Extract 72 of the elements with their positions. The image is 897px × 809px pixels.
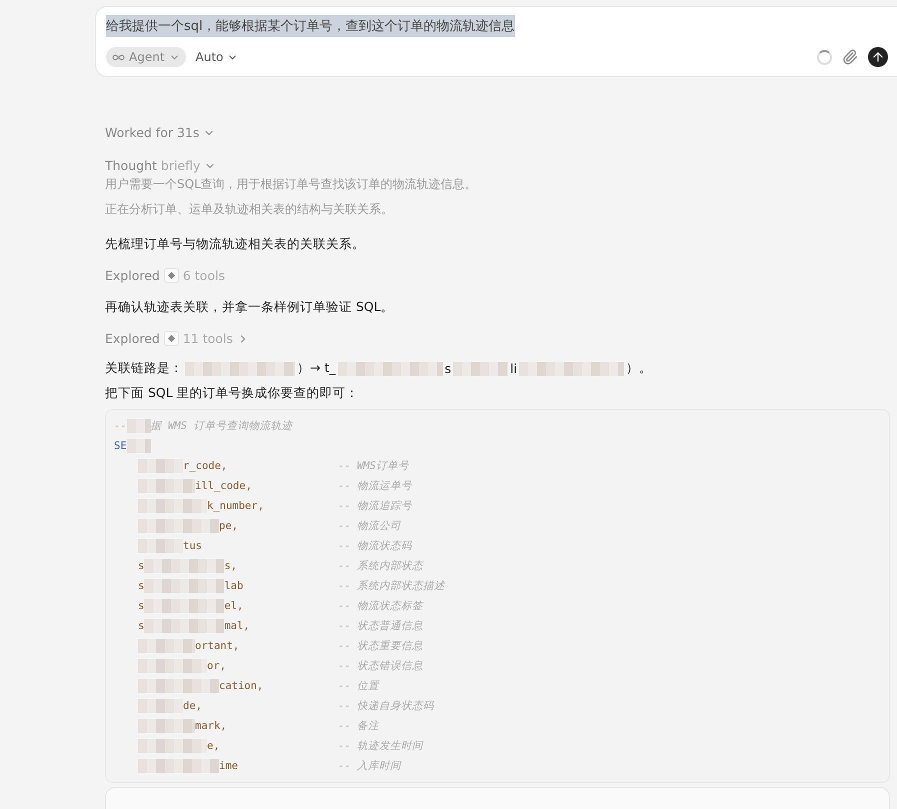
code-comment: -- 物流公司 [338, 519, 401, 534]
explored-toggle[interactable]: Explored 6 tools [105, 268, 225, 283]
code-text: tus [183, 539, 202, 554]
code-text: e, [207, 739, 220, 754]
pixelated-patch [138, 539, 183, 553]
code-text: s [138, 579, 144, 594]
code-text: pe, [219, 519, 238, 534]
code-comment: -- 备注 [338, 719, 379, 734]
chain-text: 关联链路是： [105, 360, 183, 377]
code-text: s, [224, 559, 237, 574]
chat-input[interactable]: 给我提供一个sql，能够根据某个订单号，查到这个订单的物流轨迹信息 Agent Auto [95, 6, 897, 77]
thought-text: 用户需要一个SQL查询，用于根据订单号查找该订单的物流轨迹信息。 [105, 176, 478, 193]
code-comment: -- [114, 419, 127, 434]
thought-text: 正在分析订单、运单及轨迹相关表的结构与关联关系。 [105, 201, 394, 218]
send-button[interactable] [868, 47, 888, 67]
paperclip-icon [842, 49, 858, 65]
pixelated-patch [453, 362, 508, 376]
code-comment: 据 WMS 订单号查询物流轨迹 [150, 419, 292, 434]
code-comment: -- 快递自身状态码 [338, 699, 434, 714]
message-text: 再确认轨迹表关联，并拿一条样例订单验证 SQL。 [105, 298, 395, 316]
code-text: s [138, 599, 144, 614]
pixelated-patch [138, 639, 195, 653]
pixelated-patch [138, 499, 207, 513]
code-text: k_number, [207, 499, 264, 514]
code-comment: -- 状态普通信息 [338, 619, 423, 634]
chain-text: s [444, 361, 452, 376]
code-text: ill_code, [195, 479, 252, 494]
code-comment: -- 系统内部状态 [338, 559, 423, 574]
pixelated-patch [126, 419, 151, 433]
code-comment: -- 位置 [338, 679, 379, 694]
code-text: s [138, 559, 144, 574]
code-text: ortant, [195, 639, 240, 654]
code-comment: -- 物流追踪号 [338, 499, 412, 514]
code-text: s [138, 619, 144, 634]
code-comment: -- 物流状态标签 [338, 599, 423, 614]
pixelated-patch [138, 459, 183, 473]
code-text: lab [224, 579, 244, 594]
instruction-text: 把下面 SQL 里的订单号换成你要查的即可： [105, 384, 360, 402]
code-comment: -- 状态错误信息 [338, 659, 423, 674]
code-text: mal, [224, 619, 250, 634]
model-selector[interactable]: Auto [196, 50, 238, 64]
code-text: el, [224, 599, 244, 614]
code-text: cation, [219, 679, 264, 694]
pixelated-patch [138, 659, 207, 673]
pixelated-patch [126, 439, 151, 453]
code-text: mark, [195, 719, 227, 734]
sql-keyword: SE [114, 439, 127, 454]
pixelated-patch [138, 739, 207, 753]
explored-toggle[interactable]: Explored 11 tools [105, 331, 249, 346]
code-text: de, [183, 699, 202, 714]
attach-button[interactable] [842, 49, 858, 65]
code-comment: -- 入库时间 [338, 759, 401, 774]
message-text: 先梳理订单号与物流轨迹相关表的关联关系。 [105, 235, 366, 253]
worked-toggle[interactable]: Worked for 31s [105, 125, 216, 140]
code-comment: -- WMS订单号 [338, 459, 409, 474]
code-text: ime [219, 759, 238, 774]
thought-toggle[interactable]: Thought briefly [105, 158, 216, 173]
pixelated-patch [138, 719, 195, 733]
prompt-text: 给我提供一个sql，能够根据某个订单号，查到这个订单的物流轨迹信息 [106, 15, 515, 37]
pixelated-patch [138, 479, 195, 493]
code-comment: -- 物流状态码 [338, 539, 412, 554]
chain-text: ）→ t_ [297, 360, 336, 377]
code-comment: -- 物流运单号 [338, 479, 412, 494]
code-comment: -- 轨迹发生时间 [338, 739, 423, 754]
pixelated-patch [138, 699, 183, 713]
code-comment: -- 状态重要信息 [338, 639, 423, 654]
mode-selector[interactable]: Agent [106, 47, 186, 67]
code-text: or, [207, 659, 226, 674]
chain-text: li [510, 361, 518, 376]
chain-text: ）。 [626, 360, 652, 377]
code-text: r_code, [183, 459, 228, 474]
code-comment: -- 系统内部状态描述 [338, 579, 445, 594]
